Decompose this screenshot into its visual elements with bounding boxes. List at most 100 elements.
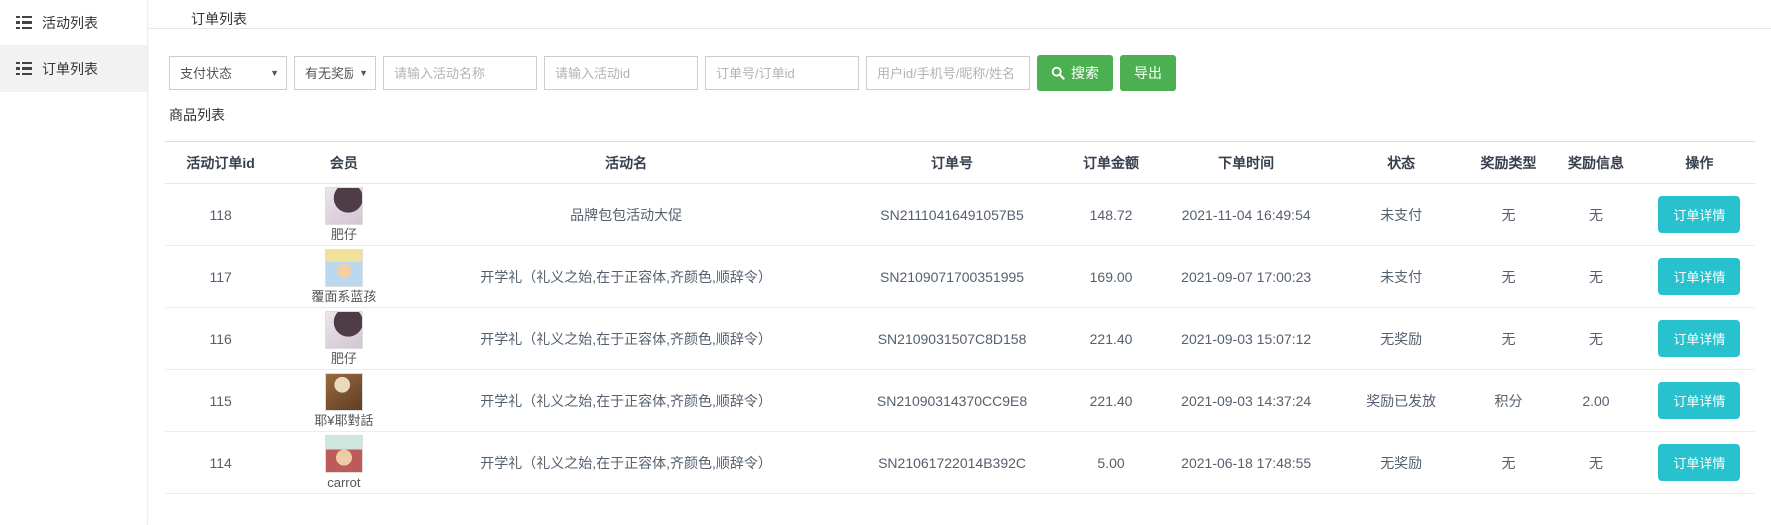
cell-time: 2021-09-03 14:37:24	[1159, 370, 1334, 432]
cell-member: 肥仔	[276, 184, 411, 246]
cell-status: 无奖励	[1334, 308, 1469, 370]
cell-amount: 221.40	[1063, 370, 1158, 432]
cell-reward-info: 无	[1548, 184, 1643, 246]
export-button[interactable]: 导出	[1120, 55, 1176, 91]
cell-activity: 开学礼（礼义之始,在于正容体,齐颜色,顺辞令）	[411, 370, 840, 432]
cell-member: 耶¥耶對話	[276, 370, 411, 432]
order-detail-button[interactable]: 订单详情	[1658, 196, 1740, 233]
col-header-actions: 操作	[1644, 142, 1755, 184]
section-label-product-list: 商品列表	[169, 105, 1771, 125]
sidebar-item-activity-list[interactable]: 活动列表	[0, 0, 147, 46]
cell-reward-type: 无	[1469, 308, 1549, 370]
export-button-label: 导出	[1134, 63, 1162, 83]
cell-activity: 品牌包包活动大促	[411, 184, 840, 246]
cell-amount: 5.00	[1063, 432, 1158, 494]
order-detail-button[interactable]: 订单详情	[1658, 382, 1740, 419]
cell-activity: 开学礼（礼义之始,在于正容体,齐颜色,顺辞令）	[411, 432, 840, 494]
cell-time: 2021-11-04 16:49:54	[1159, 184, 1334, 246]
sidebar: 活动列表 订单列表	[0, 0, 148, 525]
col-header-order-no: 订单号	[841, 142, 1064, 184]
cell-reward-info: 无	[1548, 308, 1643, 370]
cell-order-no: SN21090314370CC9E8	[841, 370, 1064, 432]
user-search-input[interactable]	[866, 56, 1030, 90]
col-header-member: 会员	[276, 142, 411, 184]
order-detail-button[interactable]: 订单详情	[1658, 444, 1740, 481]
order-detail-button[interactable]: 订单详情	[1658, 258, 1740, 295]
member-name: 肥仔	[331, 351, 357, 367]
cell-reward-type: 无	[1469, 432, 1549, 494]
cell-status: 无奖励	[1334, 432, 1469, 494]
table-row: 117 覆面系蓝孩 开学礼（礼义之始,在于正容体,齐颜色,顺辞令） SN2109…	[165, 246, 1755, 308]
cell-time: 2021-09-07 17:00:23	[1159, 246, 1334, 308]
member-avatar	[325, 249, 363, 287]
member-avatar	[325, 187, 363, 225]
cell-order-id: 116	[165, 308, 276, 370]
filter-bar: 支付状态 ▼ 有无奖励 ▼ 搜索 导出	[149, 29, 1771, 91]
cell-time: 2021-06-18 17:48:55	[1159, 432, 1334, 494]
cell-order-id: 117	[165, 246, 276, 308]
cell-actions: 订单详情	[1644, 308, 1755, 370]
pay-status-select[interactable]: 支付状态	[169, 56, 287, 90]
cell-order-no: SN21061722014B392C	[841, 432, 1064, 494]
tab-order-list[interactable]: 订单列表	[191, 0, 247, 29]
cell-amount: 148.72	[1063, 184, 1158, 246]
table-row: 116 肥仔 开学礼（礼义之始,在于正容体,齐颜色,顺辞令） SN2109031…	[165, 308, 1755, 370]
order-no-input[interactable]	[705, 56, 859, 90]
cell-actions: 订单详情	[1644, 184, 1755, 246]
list-icon	[16, 16, 32, 30]
cell-actions: 订单详情	[1644, 432, 1755, 494]
cell-actions: 订单详情	[1644, 370, 1755, 432]
cell-activity: 开学礼（礼义之始,在于正容体,齐颜色,顺辞令）	[411, 308, 840, 370]
cell-reward-type: 积分	[1469, 370, 1549, 432]
cell-order-id: 115	[165, 370, 276, 432]
list-icon	[16, 62, 32, 76]
cell-order-id: 114	[165, 432, 276, 494]
table-row: 118 肥仔 品牌包包活动大促 SN21110416491057B5 148.7…	[165, 184, 1755, 246]
search-button-label: 搜索	[1071, 63, 1099, 83]
col-header-reward-info: 奖励信息	[1548, 142, 1643, 184]
cell-status: 奖励已发放	[1334, 370, 1469, 432]
cell-reward-info: 2.00	[1548, 370, 1643, 432]
order-detail-button[interactable]: 订单详情	[1658, 320, 1740, 357]
cell-member: carrot	[276, 432, 411, 494]
sidebar-item-label: 活动列表	[42, 13, 98, 33]
cell-reward-type: 无	[1469, 184, 1549, 246]
activity-id-input[interactable]	[544, 56, 698, 90]
pay-status-select-wrap: 支付状态 ▼	[169, 56, 287, 90]
table-row: 114 carrot 开学礼（礼义之始,在于正容体,齐颜色,顺辞令） SN210…	[165, 432, 1755, 494]
cell-status: 未支付	[1334, 246, 1469, 308]
reward-select-wrap: 有无奖励 ▼	[294, 56, 376, 90]
col-header-status: 状态	[1334, 142, 1469, 184]
order-table-wrap: 活动订单id 会员 活动名 订单号 订单金额 下单时间 状态 奖励类型 奖励信息…	[165, 141, 1755, 494]
col-header-order-id: 活动订单id	[165, 142, 276, 184]
cell-order-no: SN2109071700351995	[841, 246, 1064, 308]
member-name: 耶¥耶對話	[314, 413, 373, 429]
cell-amount: 169.00	[1063, 246, 1158, 308]
cell-amount: 221.40	[1063, 308, 1158, 370]
member-name: carrot	[327, 475, 360, 491]
tab-bar: 订单列表	[149, 0, 1771, 29]
search-button[interactable]: 搜索	[1037, 55, 1113, 91]
cell-order-no: SN2109031507C8D158	[841, 308, 1064, 370]
cell-reward-type: 无	[1469, 246, 1549, 308]
col-header-amount: 订单金额	[1063, 142, 1158, 184]
cell-order-id: 118	[165, 184, 276, 246]
table-row: 115 耶¥耶對話 开学礼（礼义之始,在于正容体,齐颜色,顺辞令） SN2109…	[165, 370, 1755, 432]
cell-actions: 订单详情	[1644, 246, 1755, 308]
sidebar-item-label: 订单列表	[42, 59, 98, 79]
cell-order-no: SN21110416491057B5	[841, 184, 1064, 246]
reward-select[interactable]: 有无奖励	[294, 56, 376, 90]
cell-activity: 开学礼（礼义之始,在于正容体,齐颜色,顺辞令）	[411, 246, 840, 308]
cell-status: 未支付	[1334, 184, 1469, 246]
member-avatar	[325, 373, 363, 411]
sidebar-item-order-list[interactable]: 订单列表	[0, 46, 147, 92]
order-admin-screen: 活动列表 订单列表 订单列表 支付状态 ▼ 有无奖励 ▼	[0, 0, 1771, 525]
col-header-reward-type: 奖励类型	[1469, 142, 1549, 184]
col-header-time: 下单时间	[1159, 142, 1334, 184]
cell-member: 肥仔	[276, 308, 411, 370]
cell-reward-info: 无	[1548, 246, 1643, 308]
activity-name-input[interactable]	[383, 56, 537, 90]
search-icon	[1051, 66, 1065, 80]
member-name: 覆面系蓝孩	[311, 289, 376, 305]
col-header-activity: 活动名	[411, 142, 840, 184]
